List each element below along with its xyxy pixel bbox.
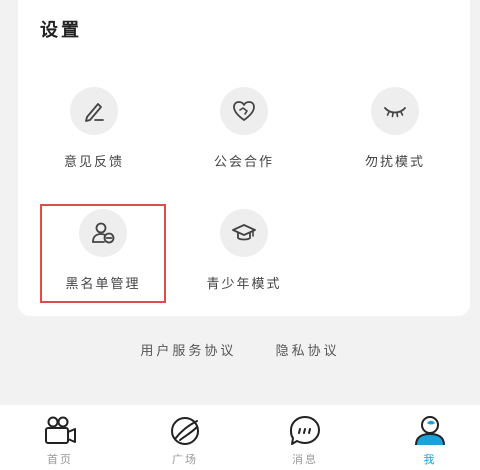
tab-me[interactable]: 我 (390, 413, 470, 467)
tab-messages[interactable]: 消息 (265, 413, 345, 467)
teen-mode-label: 青少年模式 (206, 277, 282, 292)
blacklist-highlight-box (40, 204, 166, 303)
guild-cooperation-item[interactable]: 公会合作 (184, 87, 304, 170)
feedback-label: 意见反馈 (63, 155, 124, 170)
tab-plaza[interactable]: 广场 (145, 413, 225, 467)
user-agreement-link[interactable]: 用户服务协议 (140, 340, 236, 359)
agreement-links: 用户服务协议 隐私协议 (0, 340, 480, 359)
do-not-disturb-item[interactable]: 勿扰模式 (335, 87, 455, 170)
chat-bubble-icon (290, 416, 320, 445)
privacy-agreement-link[interactable]: 隐私协议 (276, 340, 340, 359)
teen-mode-item[interactable]: 青少年模式 (184, 209, 304, 292)
do-not-disturb-label: 勿扰模式 (364, 155, 425, 170)
tab-me-label: 我 (423, 453, 437, 466)
closed-eye-icon (384, 107, 406, 118)
tab-messages-label: 消息 (292, 453, 318, 466)
profile-icon (415, 416, 445, 446)
tab-home[interactable]: 首页 (20, 413, 100, 467)
tab-home-label: 首页 (47, 453, 73, 466)
guild-cooperation-label: 公会合作 (213, 155, 274, 170)
pencil-icon (85, 103, 104, 122)
planet-icon (171, 417, 199, 445)
handshake-heart-icon (233, 101, 255, 121)
graduation-cap-icon (232, 224, 256, 241)
tab-plaza-label: 广场 (172, 453, 198, 466)
settings-title: 设置 (40, 20, 82, 41)
bottom-tab-bar: 首页 广场 消息 我 (0, 405, 480, 470)
video-camera-icon (45, 416, 76, 444)
feedback-item[interactable]: 意见反馈 (34, 87, 154, 170)
